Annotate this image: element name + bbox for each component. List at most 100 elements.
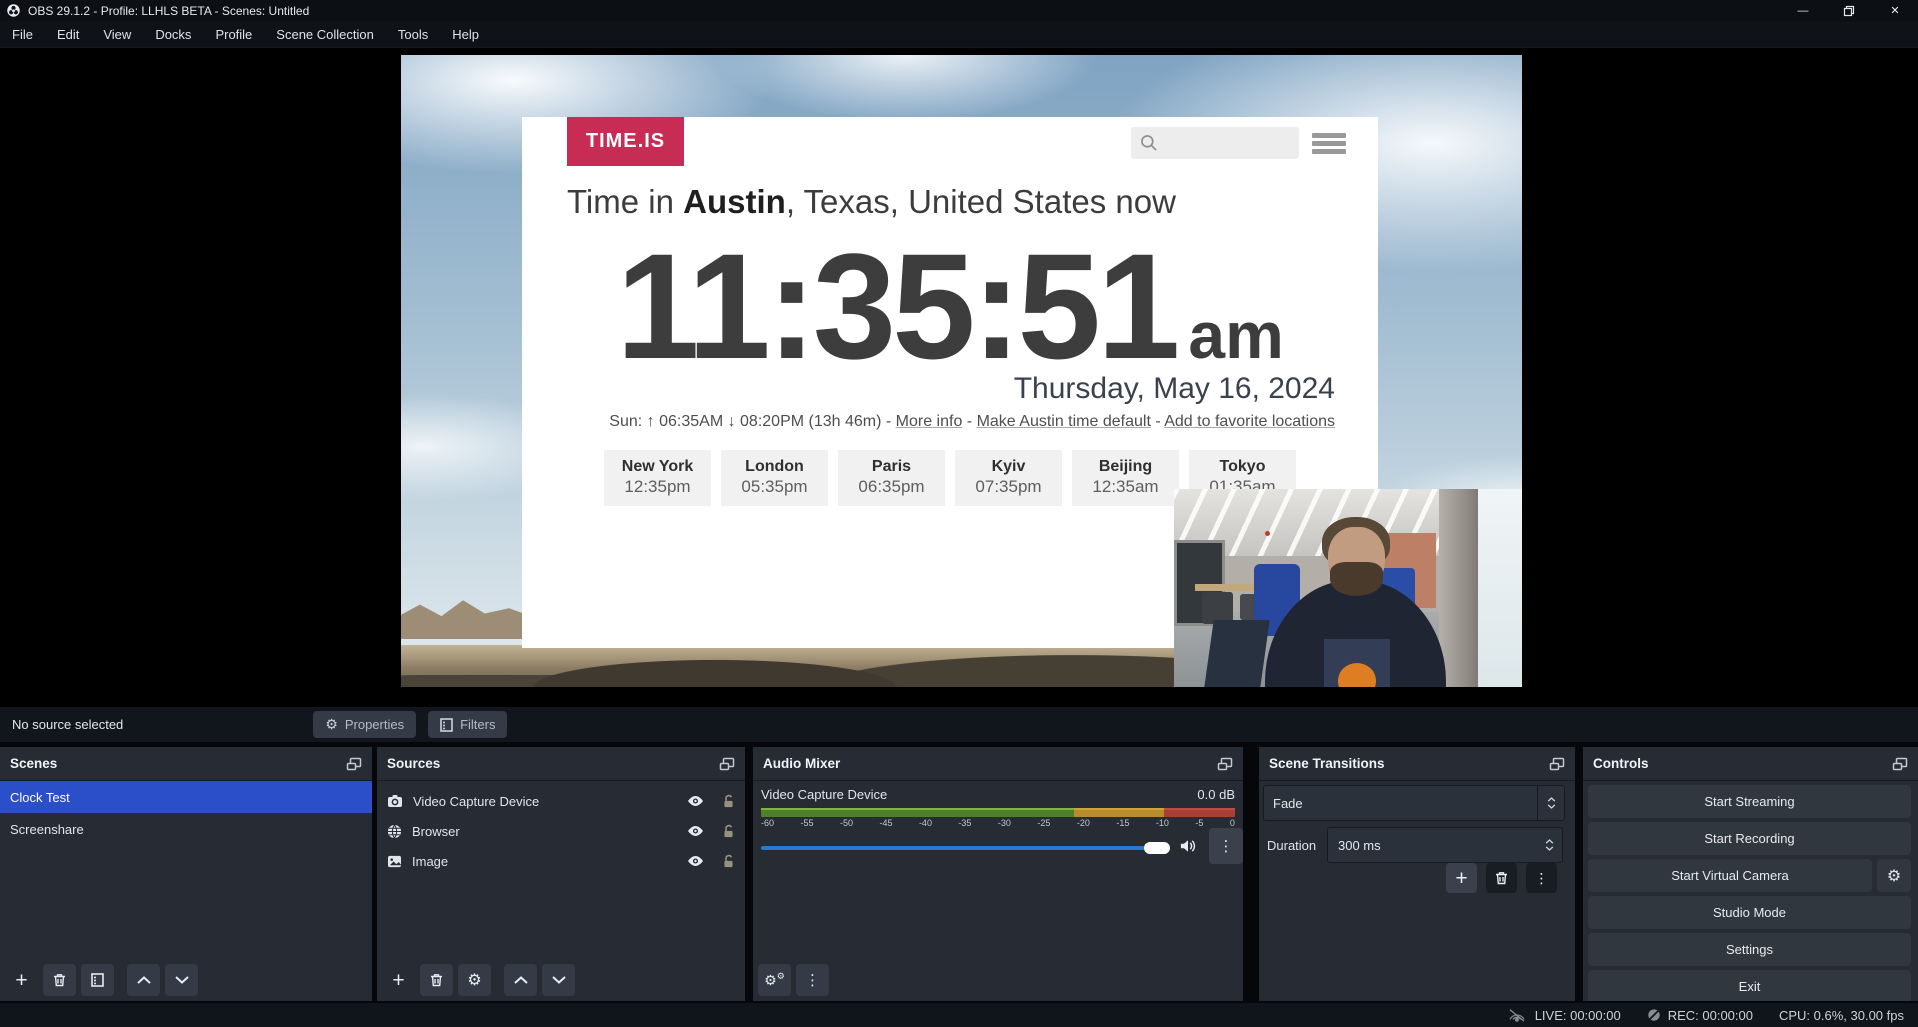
stream-signal-icon xyxy=(1506,1008,1528,1022)
rec-timer: REC: 00:00:00 xyxy=(1668,1008,1753,1023)
studio-mode-button[interactable]: Studio Mode xyxy=(1588,896,1911,929)
lock-open-icon[interactable] xyxy=(722,854,735,869)
remove-transition-button[interactable] xyxy=(1486,863,1517,893)
visibility-eye-icon[interactable] xyxy=(687,855,704,867)
add-scene-button[interactable]: + xyxy=(5,964,38,996)
window-title: OBS 29.1.2 - Profile: LLHLS BETA - Scene… xyxy=(28,4,309,18)
webcam-overlay xyxy=(1174,489,1522,687)
source-properties-button[interactable]: ⚙ xyxy=(458,964,491,996)
popup-dock-icon[interactable] xyxy=(1217,757,1233,771)
volume-slider-handle[interactable] xyxy=(1144,842,1170,854)
status-bar: LIVE: 00:00:00 REC: 00:00:00 CPU: 0.6%, … xyxy=(0,1003,1918,1027)
move-scene-down-button[interactable] xyxy=(165,964,198,996)
speaker-icon[interactable] xyxy=(1179,838,1197,854)
fire-alarm xyxy=(1265,531,1270,536)
scene-filters-button[interactable] xyxy=(81,964,114,996)
move-source-down-button[interactable] xyxy=(542,964,575,996)
advanced-audio-button[interactable]: ⚙⚙ xyxy=(758,964,791,996)
search-input xyxy=(1131,127,1299,159)
menu-docks[interactable]: Docks xyxy=(143,22,203,47)
sources-dock-title: Sources xyxy=(387,756,440,771)
gear-icon: ⚙ xyxy=(777,971,785,982)
chair-back xyxy=(1204,620,1269,687)
transitions-dock-title: Scene Transitions xyxy=(1269,756,1385,771)
scenes-dock: Scenes Clock Test Screenshare + xyxy=(0,747,372,1001)
properties-button[interactable]: ⚙ Properties xyxy=(313,711,416,738)
start-streaming-button[interactable]: Start Streaming xyxy=(1588,785,1911,818)
hamburger-menu-icon xyxy=(1312,133,1346,154)
gear-icon: ⚙ xyxy=(1887,866,1901,886)
controls-dock-title: Controls xyxy=(1593,756,1649,771)
lock-open-icon[interactable] xyxy=(722,824,735,839)
gear-icon: ⚙ xyxy=(467,970,481,990)
concrete-pillar xyxy=(1439,489,1477,687)
gear-icon: ⚙ xyxy=(764,972,777,989)
obs-logo-icon xyxy=(6,3,21,18)
menu-help[interactable]: Help xyxy=(440,22,491,47)
camera-icon xyxy=(387,794,403,808)
add-source-button[interactable]: + xyxy=(382,964,415,996)
visibility-eye-icon[interactable] xyxy=(687,795,704,807)
popup-dock-icon[interactable] xyxy=(1549,757,1565,771)
gear-icon: ⚙ xyxy=(325,716,338,733)
transition-select[interactable]: Fade xyxy=(1263,785,1565,821)
clock-ampm: am xyxy=(1188,297,1283,373)
menu-profile[interactable]: Profile xyxy=(203,22,264,47)
filter-icon xyxy=(440,718,453,732)
audio-mixer-dock: Audio Mixer Video Capture Device 0.0 dB … xyxy=(753,747,1243,1001)
start-virtual-camera-button[interactable]: Start Virtual Camera xyxy=(1588,859,1872,892)
popup-dock-icon[interactable] xyxy=(1892,757,1908,771)
scene-item-screenshare[interactable]: Screenshare xyxy=(0,813,372,845)
record-disabled-icon xyxy=(1647,1008,1661,1022)
source-item-video-capture[interactable]: Video Capture Device xyxy=(377,786,745,816)
remove-source-button[interactable] xyxy=(420,964,453,996)
mixer-dock-title: Audio Mixer xyxy=(763,756,840,771)
city-box: Kyiv07:35pm xyxy=(955,450,1062,506)
move-source-up-button[interactable] xyxy=(504,964,537,996)
popup-dock-icon[interactable] xyxy=(719,757,735,771)
visibility-eye-icon[interactable] xyxy=(687,825,704,837)
scenes-dock-title: Scenes xyxy=(10,756,57,771)
timeis-sun-line: Sun: ↑ 06:35AM ↓ 08:20PM (13h 46m) - Mor… xyxy=(609,413,1335,431)
volume-slider[interactable] xyxy=(761,846,1168,850)
popup-dock-icon[interactable] xyxy=(346,757,362,771)
cpu-fps-stats: CPU: 0.6%, 30.00 fps xyxy=(1779,1008,1904,1023)
mixer-channel-menu-button[interactable]: ⋮ xyxy=(1209,828,1243,864)
menu-bar: File Edit View Docks Profile Scene Colle… xyxy=(0,21,1918,48)
lock-open-icon[interactable] xyxy=(722,794,735,809)
remove-scene-button[interactable] xyxy=(43,964,76,996)
add-transition-button[interactable]: + xyxy=(1446,863,1477,893)
close-button[interactable]: ✕ xyxy=(1872,0,1918,21)
title-bar[interactable]: OBS 29.1.2 - Profile: LLHLS BETA - Scene… xyxy=(0,0,1918,21)
filters-button[interactable]: Filters xyxy=(428,711,507,738)
person-beard xyxy=(1330,562,1383,596)
move-scene-up-button[interactable] xyxy=(127,964,160,996)
scene-transitions-dock: Scene Transitions Fade Duration 300 ms xyxy=(1259,747,1575,1001)
transition-selected-value: Fade xyxy=(1264,796,1537,811)
menu-view[interactable]: View xyxy=(91,22,143,47)
source-toolbar: No source selected ⚙ Properties Filters xyxy=(0,707,1918,742)
scene-item-clock-test[interactable]: Clock Test xyxy=(0,781,372,813)
transition-properties-button[interactable]: ⋮ xyxy=(1526,863,1557,893)
settings-button[interactable]: Settings xyxy=(1588,933,1911,966)
mixer-menu-button[interactable]: ⋮ xyxy=(796,964,829,996)
virtual-camera-settings-button[interactable]: ⚙ xyxy=(1877,859,1911,892)
preview-canvas[interactable]: TIME.IS Time in Austin, Texas, United St… xyxy=(401,55,1522,687)
spinbox-arrows[interactable] xyxy=(1536,828,1562,862)
source-item-image[interactable]: Image xyxy=(377,846,745,876)
duration-spinbox[interactable]: 300 ms xyxy=(1327,827,1563,863)
restore-button[interactable] xyxy=(1826,0,1872,21)
source-item-browser[interactable]: Browser xyxy=(377,816,745,846)
menu-edit[interactable]: Edit xyxy=(45,22,91,47)
duration-value: 300 ms xyxy=(1328,838,1536,853)
exit-button[interactable]: Exit xyxy=(1588,970,1911,1001)
menu-file[interactable]: File xyxy=(0,22,45,47)
start-recording-button[interactable]: Start Recording xyxy=(1588,822,1911,855)
office-window xyxy=(1478,489,1522,687)
menu-scene-collection[interactable]: Scene Collection xyxy=(264,22,386,47)
image-icon xyxy=(387,855,402,868)
menu-tools[interactable]: Tools xyxy=(386,22,440,47)
dock-area: Scenes Clock Test Screenshare + xyxy=(0,742,1918,1003)
minimize-button[interactable]: — xyxy=(1780,0,1826,21)
more-info-link: More info xyxy=(896,413,963,430)
